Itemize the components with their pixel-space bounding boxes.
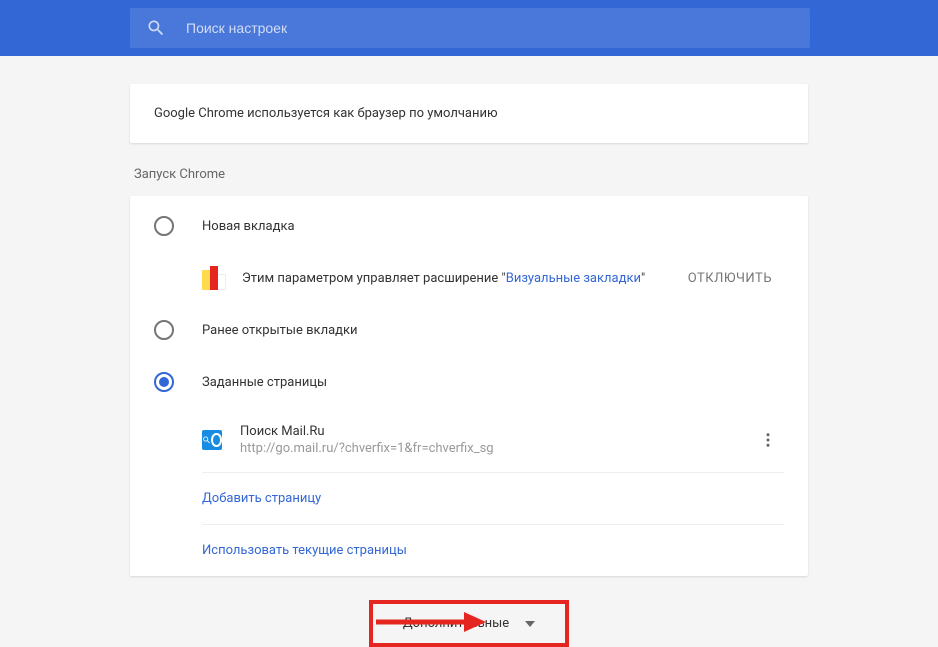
page-more-button[interactable] xyxy=(752,424,784,456)
page-favicon xyxy=(202,430,222,450)
default-browser-card: Google Chrome используется как браузер п… xyxy=(130,84,808,143)
disable-extension-button[interactable]: ОТКЛЮЧИТЬ xyxy=(688,271,772,286)
radio-row-specific[interactable]: Заданные страницы xyxy=(130,356,808,408)
radio-row-new-tab[interactable]: Новая вкладка xyxy=(130,200,808,252)
header-bar xyxy=(0,0,938,56)
page-info: Поиск Mail.Ru http://go.mail.ru/?chverfi… xyxy=(240,424,752,456)
use-current-pages-link[interactable]: Использовать текущие страницы xyxy=(202,525,784,576)
arrow-annotation xyxy=(376,610,486,634)
startup-pages-list: Поиск Mail.Ru http://go.mail.ru/?chverfi… xyxy=(130,408,808,576)
search-box[interactable] xyxy=(130,8,810,48)
radio-icon xyxy=(154,320,174,340)
startup-page-item: Поиск Mail.Ru http://go.mail.ru/?chverfi… xyxy=(202,408,784,473)
search-icon xyxy=(146,18,166,38)
content-area: Google Chrome используется как браузер п… xyxy=(0,56,938,647)
extension-notice: Этим параметром управляет расширение "Ви… xyxy=(130,252,808,304)
extension-notice-text: Этим параметром управляет расширение "Ви… xyxy=(242,271,688,286)
page-url: http://go.mail.ru/?chverfix=1&fr=chverfi… xyxy=(240,441,752,456)
startup-section-title: Запуск Chrome xyxy=(134,167,808,182)
radio-row-continue[interactable]: Ранее открытые вкладки xyxy=(130,304,808,356)
radio-icon-selected xyxy=(154,372,174,392)
add-page-link[interactable]: Добавить страницу xyxy=(202,473,784,525)
search-input[interactable] xyxy=(186,20,794,36)
radio-icon xyxy=(154,216,174,236)
default-browser-text: Google Chrome используется как браузер п… xyxy=(154,106,498,121)
radio-label: Ранее открытые вкладки xyxy=(202,323,358,338)
startup-card: Новая вкладка Этим параметром управляет … xyxy=(130,196,808,576)
radio-label: Заданные страницы xyxy=(202,375,327,390)
page-title: Поиск Mail.Ru xyxy=(240,424,752,439)
extension-icon xyxy=(202,266,226,290)
additional-row: Дополнительные xyxy=(130,600,808,647)
chevron-down-icon xyxy=(525,621,535,627)
radio-label: Новая вкладка xyxy=(202,219,295,234)
extension-name-link[interactable]: Визуальные закладки xyxy=(506,271,641,286)
more-vert-icon xyxy=(759,431,777,449)
